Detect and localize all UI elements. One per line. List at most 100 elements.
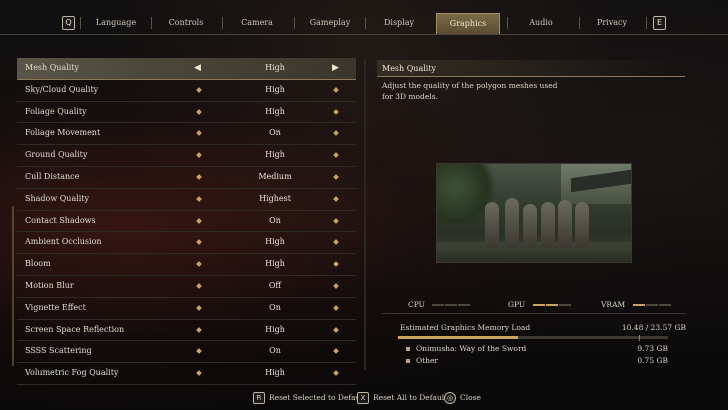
tab-camera[interactable]: Camera [227,15,287,31]
setting-label: Bloom [25,259,51,269]
memory-load-bar [398,336,668,339]
prev-tab-key[interactable]: Q [62,16,75,30]
tab-language[interactable]: Language [86,15,146,31]
tab-gameplay[interactable]: Gameplay [298,15,362,31]
diamond-right-icon[interactable] [333,152,339,159]
tab-display[interactable]: Display [369,15,429,31]
diamond-right-icon[interactable] [333,239,339,246]
detail-title: Mesh Quality [377,60,685,77]
diamond-left-icon[interactable] [196,174,202,180]
tab-separator [151,17,152,29]
setting-row-foliage-quality[interactable]: Foliage Quality High [17,102,356,124]
setting-row-sky-cloud-quality[interactable]: Sky/Cloud Quality High [17,80,356,102]
diamond-left-icon[interactable] [196,130,202,137]
setting-row-shadow-quality[interactable]: Shadow Quality Highest [17,189,356,211]
setting-label: Volumetric Fog Quality [25,368,119,378]
memory-load-fill [398,336,518,339]
tab-privacy[interactable]: Privacy [582,15,642,31]
preview-statue [541,202,555,248]
arrow-right-icon[interactable]: ▶ [332,63,339,73]
diamond-right-icon[interactable] [333,217,339,224]
setting-row-ambient-occlusion[interactable]: Ambient Occlusion High [17,232,356,255]
setting-row-mesh-quality[interactable]: Mesh Quality ◀ High ▶ [17,58,356,80]
gpu-meter: GPU [508,300,571,310]
setting-label: Screen Space Reflection [25,324,125,334]
diamond-right-icon[interactable] [333,304,339,311]
diamond-right-icon[interactable] [333,130,339,137]
button-hints: R Reset Selected to Default X Reset All to… [0,392,728,404]
diamond-left-icon[interactable] [196,326,202,333]
setting-row-foliage-movement[interactable]: Foliage Movement On [17,123,356,146]
diamond-right-icon[interactable] [333,108,339,115]
level-segment [545,304,558,306]
tab-separator [365,17,366,29]
setting-label: Mesh Quality [25,63,80,72]
setting-label: Foliage Quality [25,106,87,116]
setting-row-contact-shadows[interactable]: Contact Shadows On [17,211,356,233]
diamond-right-icon[interactable] [333,261,339,268]
diamond-right-icon[interactable] [333,326,339,333]
diamond-right-icon[interactable] [333,370,339,376]
vram-meter: VRAM [601,300,671,310]
diamond-left-icon[interactable] [196,86,202,93]
diamond-right-icon[interactable] [333,195,339,202]
cpu-level-segments [431,300,471,309]
setting-value: High [265,324,285,334]
setting-row-ground-quality[interactable]: Ground Quality High [17,145,356,167]
setting-row-motion-blur[interactable]: Motion Blur Off [17,276,356,298]
tab-separator [646,17,647,29]
setting-row-bloom[interactable]: Bloom High [17,254,356,276]
list-scrollbar[interactable] [364,58,366,370]
tab-separator [294,17,295,29]
diamond-left-icon[interactable] [196,108,202,115]
gpu-level-segments [532,300,571,309]
setting-row-vignette-effect[interactable]: Vignette Effect On [17,298,356,320]
tab-graphics[interactable]: Graphics [436,13,500,35]
hint-label: Reset All to Default [373,393,448,402]
setting-row-cull-distance[interactable]: Cull Distance Medium [17,167,356,189]
close-hint[interactable]: ◎ Close [444,392,481,404]
diamond-left-icon[interactable] [196,304,202,311]
preview-statue [505,198,519,248]
setting-label: Vignette Effect [25,302,86,312]
diamond-left-icon[interactable] [196,195,202,202]
vram-level-segments [632,300,671,309]
diamond-left-icon[interactable] [196,370,202,376]
diamond-right-icon[interactable] [333,283,339,289]
diamond-left-icon[interactable] [196,239,202,246]
cpu-meter: CPU [408,300,471,310]
setting-row-ssss-scattering[interactable]: SSSS Scattering On [17,341,356,364]
breakdown-label: Onimusha: Way of the Sword [416,344,527,353]
x-key-icon: X [357,392,369,404]
diamond-right-icon[interactable] [333,348,339,355]
diamond-left-icon[interactable] [196,217,202,224]
tab-audio[interactable]: Audio [511,15,571,31]
setting-row-volumetric-fog-quality[interactable]: Volumetric Fog Quality High [17,363,356,385]
next-tab-key[interactable]: E [653,16,666,30]
diamond-left-icon[interactable] [196,152,202,159]
reset-all-hint[interactable]: X Reset All to Default [357,392,447,404]
breakdown-value: 9.73 GB [637,344,668,353]
memory-breakdown-item: Onimusha: Way of the Sword 9.73 GB [406,344,668,354]
setting-value: Medium [258,171,292,181]
bullet-icon [406,347,410,351]
diamond-right-icon[interactable] [333,174,339,180]
arrow-left-icon[interactable]: ◀ [194,63,201,73]
setting-row-screen-space-reflection[interactable]: Screen Space Reflection High [17,320,356,342]
setting-value: High [265,84,285,94]
setting-value: On [269,346,281,356]
setting-value: High [265,150,285,160]
diamond-left-icon[interactable] [196,261,202,268]
vram-label: VRAM [601,300,626,309]
diamond-left-icon[interactable] [196,283,202,289]
reset-selected-hint[interactable]: R Reset Selected to Default [253,392,366,404]
usage-divider [382,313,686,314]
setting-value: High [265,237,285,247]
diamond-left-icon[interactable] [196,348,202,355]
hint-label: Close [460,393,481,402]
setting-value: High [265,106,285,116]
tab-controls[interactable]: Controls [156,15,216,31]
setting-value: On [269,302,281,312]
diamond-right-icon[interactable] [333,86,339,93]
mesh-quality-preview-image [436,163,632,263]
